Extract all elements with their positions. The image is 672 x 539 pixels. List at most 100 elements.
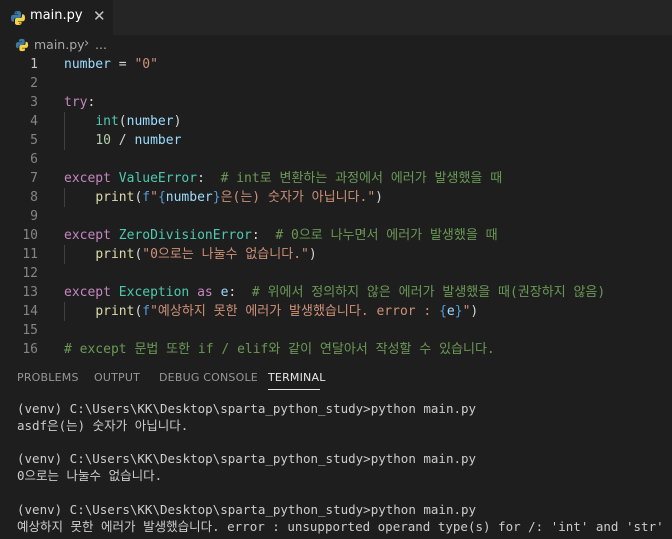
code-token: = [110, 57, 135, 72]
code-text: try: [64, 93, 95, 112]
code-text: print(f"예상하지 못한 에러가 발생했습니다. error : {e}"… [64, 302, 478, 321]
code-token: ) [173, 114, 182, 129]
code-line[interactable]: 15 [0, 321, 672, 340]
terminal-line: 예상하지 못한 에러가 발생했습니다. error : unsupported … [17, 518, 664, 534]
code-line[interactable]: 11 print("0으로는 나눌수 없습니다.") [0, 245, 672, 264]
code-token: 10 [95, 133, 111, 148]
breadcrumb-file[interactable]: main.py [34, 37, 85, 52]
code-token: { [157, 190, 166, 205]
code-line[interactable]: 3 try: [0, 93, 672, 112]
code-token: " [150, 190, 158, 205]
code-token: 은(는) 숫자가 아닙니다." [220, 190, 376, 205]
code-text: # except 문법 또한 if / elif와 같이 연달아서 작성할 수 … [64, 340, 495, 359]
code-token: number [64, 57, 111, 72]
line-number: 6 [30, 152, 38, 167]
code-line[interactable]: 6 [0, 150, 672, 169]
tab-main-py[interactable]: main.py ✕ [0, 0, 113, 35]
code-editor[interactable]: 1 number = "0" 2 3 try: 4 int(number) 5 10 / n… [0, 55, 672, 361]
code-text: except ZeroDivisionError: # 0으로 나누면서 에러가… [64, 226, 498, 245]
code-token: ( [118, 114, 127, 129]
code-line[interactable]: 4 int(number) [0, 112, 672, 131]
code-token: } [454, 304, 463, 319]
code-text: 10 / number [64, 131, 181, 150]
line-number: 16 [22, 342, 38, 357]
active-tab-indicator [268, 389, 320, 390]
code-token: ) [470, 304, 479, 319]
code-token: f [142, 190, 151, 205]
code-token: int [95, 114, 119, 129]
code-token: "0으로는 나눌수 없습니다." [142, 247, 309, 262]
code-token: # 위에서 정의하지 않은 에러가 발생했을 때(권장하지 않음) [251, 285, 606, 300]
tab-debug-console[interactable]: DEBUG CONSOLE [159, 371, 258, 384]
line-number: 13 [22, 285, 38, 300]
code-text: print(f"{number}은(는) 숫자가 아닙니다.") [64, 188, 383, 207]
code-text: number = "0" [64, 55, 158, 74]
code-token: try [64, 95, 88, 110]
code-token: ValueError [118, 171, 198, 186]
code-token: print [95, 247, 135, 262]
code-token: except [64, 285, 111, 300]
code-token: ZeroDivisionError [118, 228, 252, 243]
code-token: f [142, 304, 151, 319]
code-token: "0" [134, 57, 158, 72]
line-number: 8 [30, 190, 38, 205]
code-text: print("0으로는 나눌수 없습니다.") [64, 245, 317, 264]
line-number: 5 [30, 133, 38, 148]
code-line[interactable]: 16 # except 문법 또한 if / elif와 같이 연달아서 작성할 … [0, 340, 672, 359]
tab-output[interactable]: OUTPUT [94, 371, 140, 384]
chevron-right-icon: › [84, 36, 90, 51]
close-icon[interactable]: ✕ [93, 7, 106, 25]
code-token: } [212, 190, 221, 205]
code-line[interactable]: 7 except ValueError: # int로 변환하는 과정에서 에러가… [0, 169, 672, 188]
breadcrumb-symbols[interactable]: ... [95, 37, 107, 52]
code-token: print [95, 190, 135, 205]
code-token: # except 문법 또한 if / elif와 같이 연달아서 작성할 수 … [64, 342, 495, 357]
code-token: : [228, 285, 252, 300]
code-line[interactable]: 9 [0, 207, 672, 226]
terminal-output[interactable]: (venv) C:\Users\KK\Desktop\sparta_python… [0, 399, 672, 539]
code-line[interactable]: 14 print(f"예상하지 못한 에러가 발생했습니다. error : {… [0, 302, 672, 321]
code-token: ) [375, 190, 383, 205]
code-line[interactable]: 2 [0, 74, 672, 93]
code-token: / [110, 133, 135, 148]
code-line[interactable]: 10 except ZeroDivisionError: # 0으로 나누면서 에… [0, 226, 672, 245]
code-token: except [64, 171, 111, 186]
code-token: e [446, 304, 455, 319]
code-token: except [64, 228, 111, 243]
tab-terminal[interactable]: TERMINAL [268, 371, 326, 384]
line-number: 15 [22, 323, 38, 338]
code-token: { [439, 304, 447, 319]
code-token: number [126, 114, 174, 129]
line-number: 12 [22, 266, 38, 281]
code-line[interactable]: 13 except Exception as e: # 위에서 정의하지 않은 에… [0, 283, 672, 302]
code-token: ) [308, 247, 317, 262]
code-line[interactable]: 8 print(f"{number}은(는) 숫자가 아닙니다.") [0, 188, 672, 207]
line-number: 10 [22, 228, 38, 243]
code-token: : [87, 95, 96, 110]
code-token: Exception [118, 285, 190, 300]
line-number: 4 [30, 114, 38, 129]
code-token: # int로 변환하는 과정에서 에러가 발생했을 때 [220, 171, 503, 186]
code-text: except ValueError: # int로 변환하는 과정에서 에러가 … [64, 169, 502, 188]
terminal-line: (venv) C:\Users\KK\Desktop\sparta_python… [17, 451, 477, 467]
code-token: as [197, 285, 213, 300]
code-text: except Exception as e: # 위에서 정의하지 않은 에러가… [64, 283, 605, 302]
terminal-line: (venv) C:\Users\KK\Desktop\sparta_python… [17, 401, 477, 416]
terminal-line: (venv) C:\Users\KK\Desktop\sparta_python… [17, 501, 477, 517]
code-line[interactable]: 5 10 / number [0, 131, 672, 150]
editor-tab-bar: main.py ✕ [0, 0, 672, 35]
tab-problems[interactable]: PROBLEMS [17, 371, 79, 384]
code-token: "예상하지 못한 에러가 발생했습니다. error : [150, 304, 440, 319]
code-text: int(number) [64, 112, 181, 131]
line-number: 1 [30, 57, 38, 72]
python-file-icon [11, 11, 25, 25]
code-line[interactable]: 1 number = "0" [0, 55, 672, 74]
code-line[interactable]: 12 [0, 264, 672, 283]
